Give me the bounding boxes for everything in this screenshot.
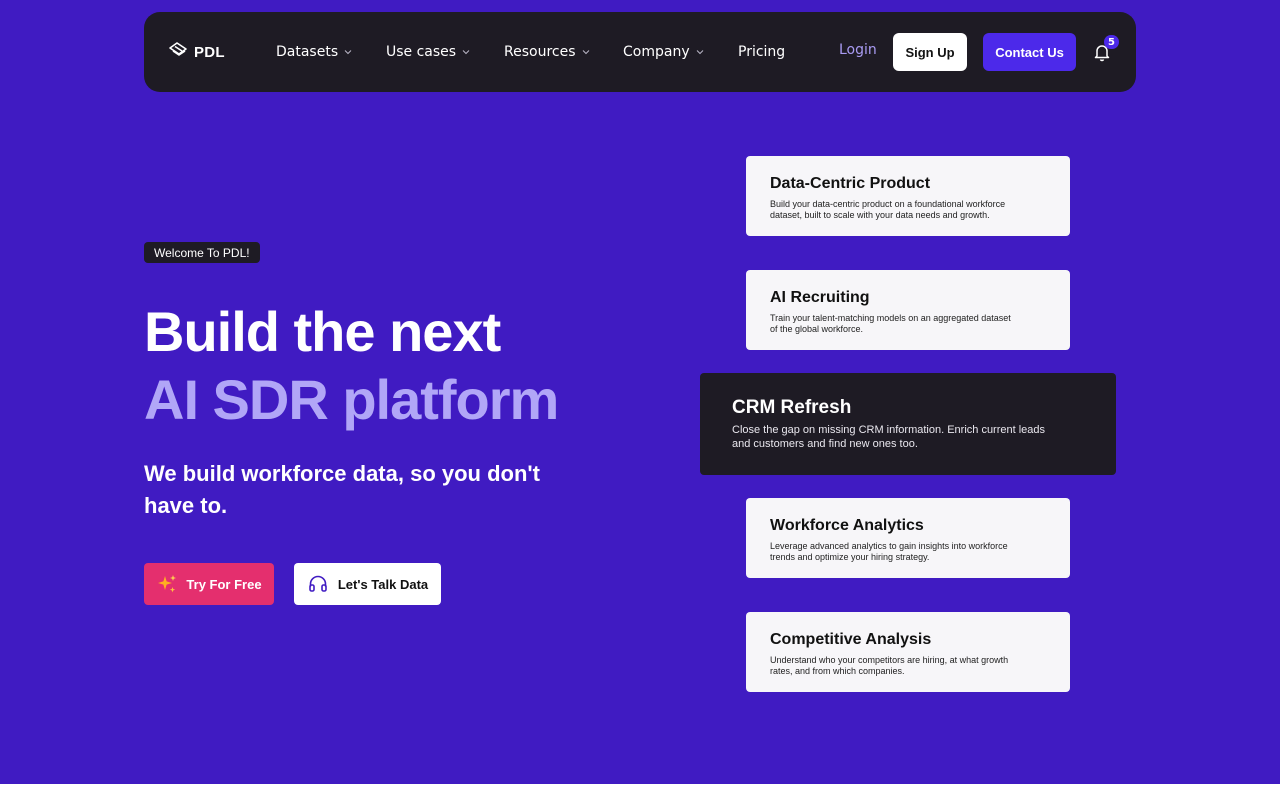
card-description: Leverage advanced analytics to gain insi… — [770, 541, 1008, 562]
card-title: AI Recruiting — [770, 289, 870, 306]
login-link[interactable]: Login — [839, 42, 877, 58]
headline-line-1: Build the next — [144, 300, 501, 363]
nav-company[interactable]: Company — [623, 42, 704, 62]
nav-pricing-label: Pricing — [738, 44, 786, 60]
card-title: Competitive Analysis — [770, 631, 932, 648]
headset-icon — [309, 575, 327, 592]
nav-datasets[interactable]: Datasets — [276, 42, 352, 62]
card-title: CRM Refresh — [732, 397, 852, 418]
hero-subheadline: We build workforce data, so you don't ha… — [144, 461, 540, 518]
lets-talk-data-button[interactable]: Let's Talk Data — [294, 563, 441, 605]
nav-use-cases[interactable]: Use cases — [386, 42, 470, 62]
nav-datasets-label: Datasets — [276, 44, 339, 60]
nav-resources-label: Resources — [504, 44, 576, 60]
chevron-down-icon — [696, 50, 703, 55]
hero-section: PDL Datasets Use cases Resources Company… — [0, 0, 1280, 784]
sign-up-button[interactable]: Sign Up — [893, 33, 967, 71]
card-description: Understand who your competitors are hiri… — [770, 655, 1009, 676]
welcome-badge: Welcome To PDL! — [144, 242, 260, 263]
card-description: Build your data-centric product on a fou… — [770, 199, 1006, 220]
pdl-logo-icon — [168, 40, 188, 64]
use-case-card-crm-refresh[interactable]: CRM Refresh Close the gap on missing CRM… — [700, 373, 1116, 475]
sparkles-icon — [158, 575, 177, 593]
card-description: Train your talent-matching models on an … — [770, 313, 1011, 334]
use-case-card-data-centric-product[interactable]: Data-Centric Product Build your data-cen… — [746, 156, 1070, 236]
lets-talk-data-label: Let's Talk Data — [337, 576, 429, 592]
nav-company-label: Company — [623, 44, 690, 60]
nav-use-cases-label: Use cases — [386, 44, 457, 60]
chevron-down-icon — [582, 50, 589, 55]
use-case-card-competitive-analysis[interactable]: Competitive Analysis Understand who your… — [746, 612, 1070, 692]
try-for-free-label: Try For Free — [186, 576, 262, 592]
headline-line-2: AI SDR platform — [144, 368, 559, 431]
top-navbar: PDL Datasets Use cases Resources Company… — [144, 12, 1136, 92]
brand-name: PDL — [194, 43, 225, 61]
chevron-down-icon — [462, 50, 470, 55]
chevron-down-icon — [344, 50, 352, 55]
hero-headline: Build the next AI SDR platform — [144, 298, 684, 434]
try-for-free-button[interactable]: Try For Free — [144, 563, 274, 605]
contact-us-button[interactable]: Contact Us — [983, 33, 1076, 71]
nav-pricing[interactable]: Pricing — [738, 42, 785, 62]
card-title: Workforce Analytics — [770, 517, 924, 534]
use-case-card-workforce-analytics[interactable]: Workforce Analytics Leverage advanced an… — [746, 498, 1070, 578]
nav-resources[interactable]: Resources — [504, 42, 590, 62]
card-description: Close the gap on missing CRM information… — [732, 424, 1046, 450]
use-case-card-ai-recruiting[interactable]: AI Recruiting Train your talent-matching… — [746, 270, 1070, 350]
brand-logo[interactable]: PDL — [168, 42, 225, 62]
notification-count-badge: 5 — [1104, 35, 1119, 49]
card-title: Data-Centric Product — [770, 175, 931, 192]
